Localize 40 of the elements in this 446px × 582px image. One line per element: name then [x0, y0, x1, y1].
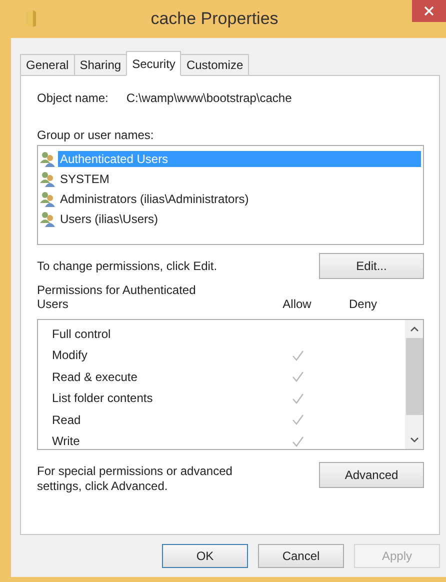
user-name: SYSTEM [59, 171, 110, 187]
object-name-value: C:\wamp\www\bootstrap\cache [126, 91, 292, 105]
tab[interactable]: General [20, 54, 75, 75]
close-button[interactable] [412, 0, 446, 22]
dialog-button[interactable]: Cancel [258, 544, 344, 568]
advanced-button[interactable]: Advanced [319, 462, 424, 488]
dialog-button[interactable]: OK [162, 544, 248, 568]
user-name: Administrators (ilias\Administrators) [59, 191, 250, 207]
users-icon [40, 211, 56, 227]
allow-header: Allow [282, 297, 312, 311]
edit-button[interactable]: Edit... [319, 253, 424, 279]
users-icon [40, 151, 56, 167]
tab[interactable]: Security [126, 51, 182, 76]
scrollbar-thumb[interactable] [406, 338, 422, 415]
permission-name: Read [52, 412, 82, 427]
scrollbar[interactable] [405, 320, 423, 449]
user-name: Users (ilias\Users) [59, 211, 160, 227]
user-list-item[interactable]: Users (ilias\Users) [40, 209, 421, 229]
permission-name: Full control [52, 326, 112, 341]
permission-name: Read & execute [52, 370, 138, 384]
user-list-item[interactable]: Administrators (ilias\Administrators) [40, 189, 421, 209]
user-list-item[interactable]: SYSTEM [40, 169, 421, 189]
users-icon [40, 171, 56, 187]
group-list-label: Group or user names: [37, 128, 155, 142]
advanced-hint: For special permissions or advanced settings, click Advanced. [37, 464, 234, 494]
object-name-label: Object name: [37, 91, 108, 105]
user-name: Authenticated Users [58, 151, 421, 167]
window-title: cache Properties [150, 9, 280, 29]
permission-name: Write [52, 434, 81, 448]
folder-icon [25, 10, 37, 28]
edit-hint: To change permissions, click Edit. [37, 259, 218, 273]
tab[interactable]: Customize [180, 54, 250, 75]
deny-header: Deny [348, 297, 378, 311]
close-icon [424, 6, 434, 16]
permission-name: Modify [52, 348, 88, 362]
permission-name: List folder contents [52, 391, 154, 406]
permissions-label: Permissions for Authenticated Users [37, 283, 197, 311]
scroll-up-icon[interactable] [410, 326, 418, 332]
users-icon [40, 191, 56, 207]
scroll-down-icon[interactable] [410, 437, 418, 443]
